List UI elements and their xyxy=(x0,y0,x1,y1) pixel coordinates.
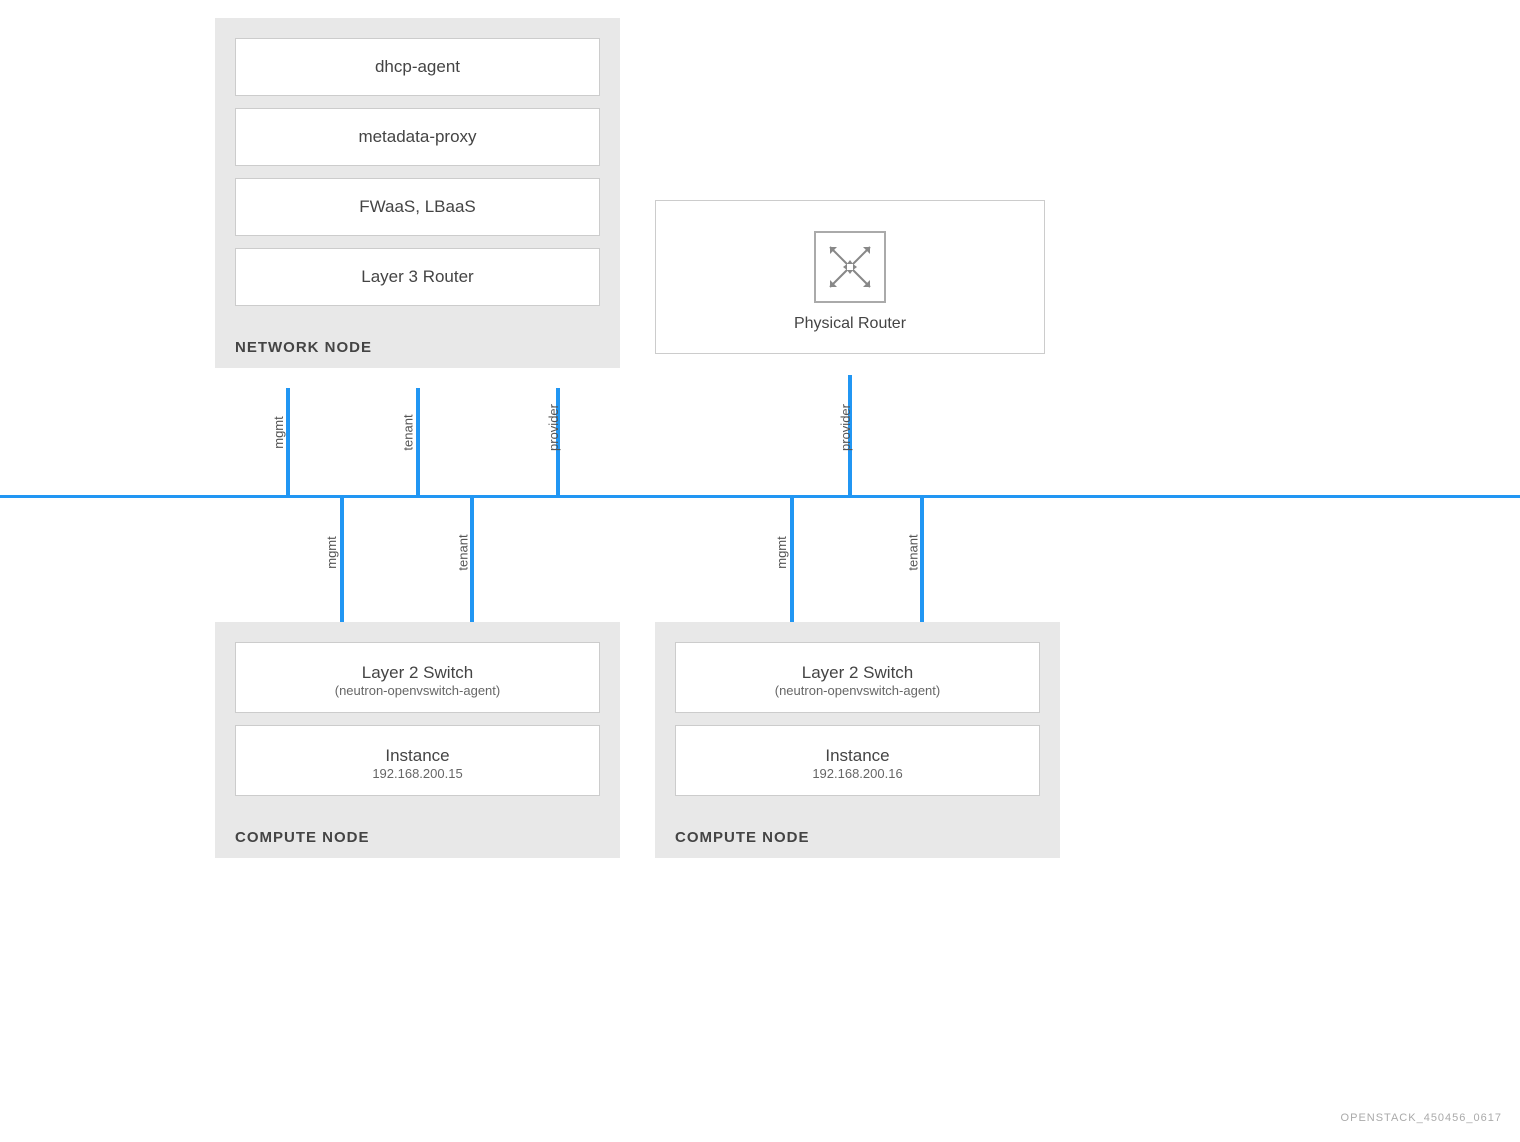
nn-mgmt-label: mgmt xyxy=(271,416,286,449)
dhcp-agent-box: dhcp-agent xyxy=(235,38,600,96)
physical-router-label: Physical Router xyxy=(794,315,906,333)
c2-mgmt-connector xyxy=(790,497,794,622)
compute-node-1-label: COMPUTE NODE xyxy=(235,829,370,846)
compute-node-1: Layer 2 Switch (neutron-openvswitch-agen… xyxy=(215,622,620,858)
network-node: dhcp-agent metadata-proxy FWaaS, LBaaS L… xyxy=(215,18,620,368)
nn-tenant-label: tenant xyxy=(401,414,416,450)
fwaas-lbaas-box: FWaaS, LBaaS xyxy=(235,178,600,236)
router-svg xyxy=(825,242,875,292)
c2-tenant-connector xyxy=(920,497,924,622)
physical-router-box: Physical Router xyxy=(655,200,1045,354)
c1-tenant-label: tenant xyxy=(456,534,471,570)
layer3-router-box: Layer 3 Router xyxy=(235,248,600,306)
nn-provider-label: provider xyxy=(546,404,561,451)
compute1-layer2-box: Layer 2 Switch (neutron-openvswitch-agen… xyxy=(235,642,600,713)
c1-mgmt-connector xyxy=(340,497,344,622)
compute2-instance-box: Instance 192.168.200.16 xyxy=(675,725,1040,796)
network-node-label: NETWORK NODE xyxy=(235,339,372,356)
compute1-instance-box: Instance 192.168.200.15 xyxy=(235,725,600,796)
watermark: OPENSTACK_450456_0617 xyxy=(1341,1112,1502,1124)
c1-mgmt-label: mgmt xyxy=(324,536,339,569)
fabric-line xyxy=(0,495,1520,498)
metadata-proxy-box: metadata-proxy xyxy=(235,108,600,166)
compute2-layer2-box: Layer 2 Switch (neutron-openvswitch-agen… xyxy=(675,642,1040,713)
pr-provider-label: provider xyxy=(838,404,853,451)
compute-node-2-label: COMPUTE NODE xyxy=(675,829,810,846)
c2-tenant-label: tenant xyxy=(906,534,921,570)
nn-mgmt-connector xyxy=(286,388,290,498)
c2-mgmt-label: mgmt xyxy=(774,536,789,569)
router-icon xyxy=(814,231,886,303)
nn-tenant-connector xyxy=(416,388,420,498)
diagram-container: dhcp-agent metadata-proxy FWaaS, LBaaS L… xyxy=(0,0,1520,1142)
compute-node-2: Layer 2 Switch (neutron-openvswitch-agen… xyxy=(655,622,1060,858)
c1-tenant-connector xyxy=(470,497,474,622)
